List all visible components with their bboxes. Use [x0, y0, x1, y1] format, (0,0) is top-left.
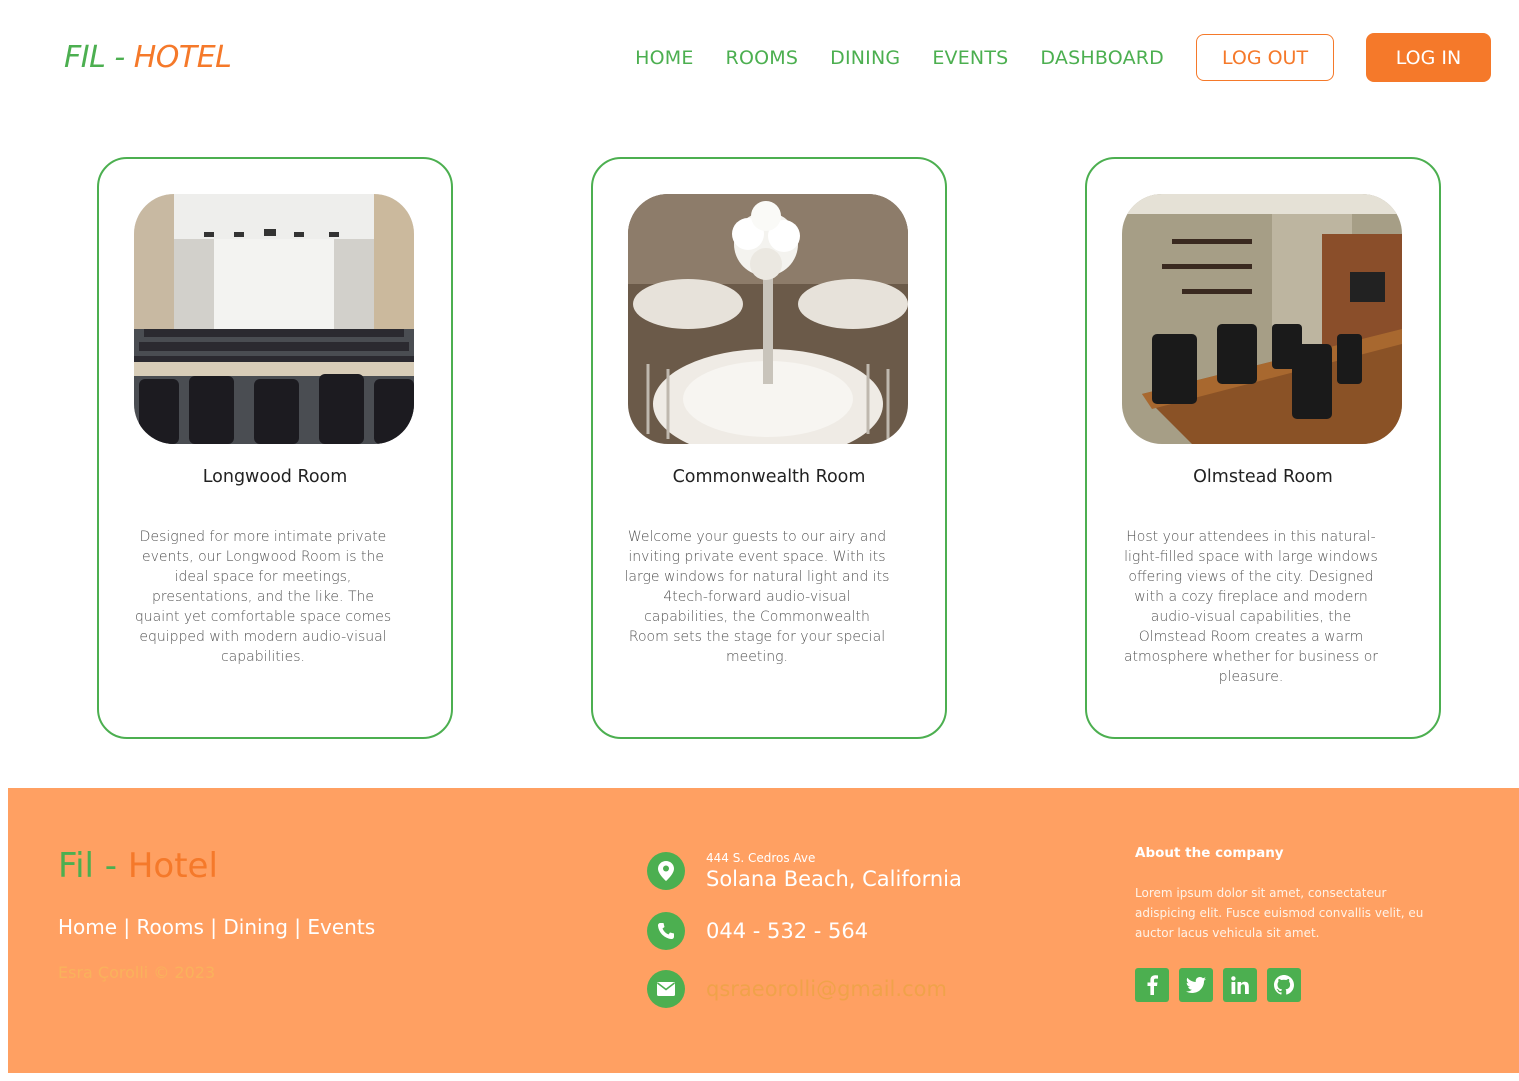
facebook-icon[interactable] — [1135, 968, 1169, 1002]
footer-logo[interactable]: Fil - Hotel — [58, 846, 218, 886]
envelope-icon — [647, 970, 685, 1008]
logo-text-hotel: HOTEL — [133, 40, 232, 75]
room-description: Host your attendees in this natural-ligh… — [1123, 529, 1379, 685]
site-footer: Fil - Hotel Home | Rooms | Dining | Even… — [8, 788, 1519, 1073]
footer-logo-hotel: Hotel — [127, 846, 218, 886]
nav-dining[interactable]: DINING — [830, 47, 900, 69]
footer-link-dining[interactable]: Dining — [223, 915, 288, 939]
nav-events[interactable]: EVENTS — [932, 47, 1008, 69]
login-button[interactable]: LOG IN — [1366, 33, 1491, 82]
phone-number[interactable]: 044 - 532 - 564 — [706, 918, 868, 944]
address-line-2: Solana Beach, California — [706, 867, 962, 891]
contact-address: 444 S. Cedros Ave Solana Beach, Californ… — [647, 850, 962, 892]
room-image-longwood — [134, 194, 414, 444]
about-title: About the company — [1135, 845, 1284, 861]
room-image-olmstead — [1122, 194, 1402, 444]
footer-separator: | — [123, 915, 131, 939]
footer-link-home[interactable]: Home — [58, 915, 117, 939]
phone-icon — [647, 912, 685, 950]
github-icon[interactable] — [1267, 968, 1301, 1002]
site-logo[interactable]: FIL - HOTEL — [64, 40, 232, 75]
footer-link-events[interactable]: Events — [307, 915, 375, 939]
room-description: Designed for more intimate private event… — [134, 529, 392, 665]
footer-separator: | — [210, 915, 218, 939]
footer-copyright: Esra Çorolli © 2023 — [58, 963, 216, 982]
about-text: Lorem ipsum dolor sit amet, consectateur… — [1135, 886, 1424, 940]
room-title: Longwood Room — [202, 467, 348, 487]
map-marker-icon — [647, 852, 685, 890]
room-card-longwood: Longwood Room Designed for more intimate… — [97, 157, 453, 739]
room-title: Commonwealth Room — [672, 467, 866, 487]
nav-home[interactable]: HOME — [635, 47, 693, 69]
logo-text-fil: FIL - — [64, 40, 134, 75]
linkedin-icon[interactable] — [1223, 968, 1257, 1002]
email-link[interactable]: qsraeorolli@gmail.com — [706, 977, 947, 1001]
footer-link-rooms[interactable]: Rooms — [137, 915, 204, 939]
room-title: Olmstead Room — [1193, 467, 1333, 487]
contact-phone: 044 - 532 - 564 — [647, 912, 868, 950]
room-card-olmstead: Olmstead Room Host your attendees in thi… — [1085, 157, 1441, 739]
footer-separator: | — [294, 915, 302, 939]
room-card-commonwealth: Commonwealth Room Welcome your guests to… — [591, 157, 947, 739]
room-image-commonwealth — [628, 194, 908, 444]
address-line-1: 444 S. Cedros Ave — [706, 851, 816, 865]
room-description: Welcome your guests to our airy and invi… — [624, 529, 890, 665]
nav-dashboard[interactable]: DASHBOARD — [1040, 47, 1164, 69]
social-links — [1135, 968, 1311, 1002]
footer-links: Home | Rooms | Dining | Events — [58, 915, 375, 939]
contact-email: qsraeorolli@gmail.com — [647, 970, 947, 1008]
twitter-icon[interactable] — [1179, 968, 1213, 1002]
footer-logo-fil: Fil - — [58, 846, 128, 886]
logout-button[interactable]: LOG OUT — [1196, 34, 1334, 81]
main-nav: HOME ROOMS DINING EVENTS DASHBOARD LOG O… — [635, 33, 1491, 82]
nav-rooms[interactable]: ROOMS — [726, 47, 799, 69]
